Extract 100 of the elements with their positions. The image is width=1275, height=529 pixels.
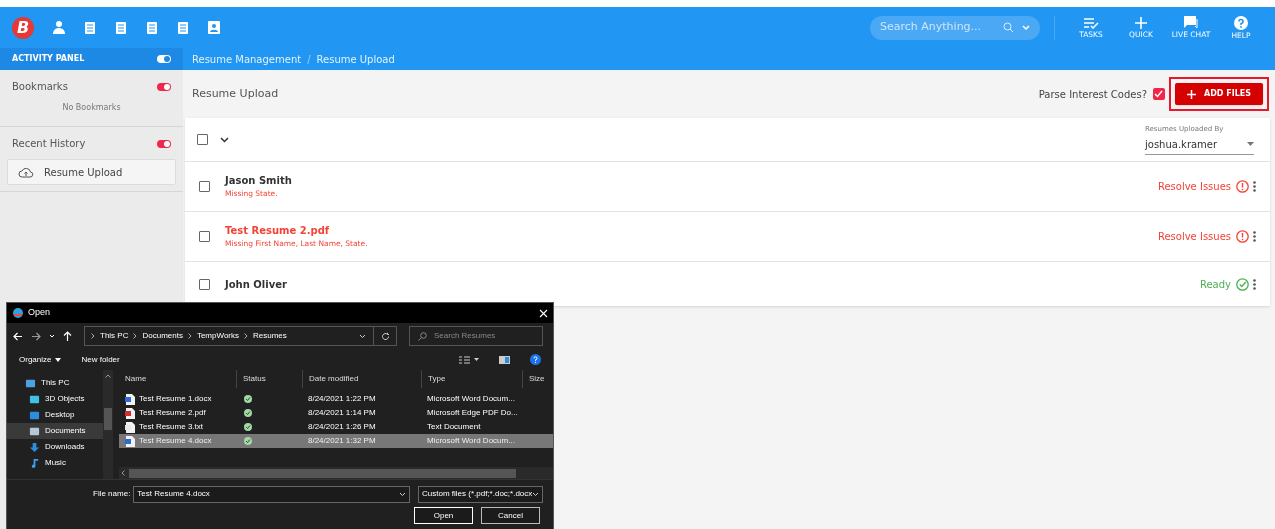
check-circle-icon bbox=[1236, 277, 1249, 291]
file-name: Test Resume 4.docx bbox=[139, 435, 212, 447]
row-checkbox[interactable] bbox=[199, 181, 210, 192]
search-box[interactable]: Search Anything... bbox=[870, 15, 1040, 40]
checklist-icon bbox=[1083, 16, 1099, 29]
scroll-up-icon[interactable] bbox=[105, 374, 111, 378]
section-title: Bookmarks bbox=[12, 80, 68, 94]
logo[interactable]: B bbox=[12, 16, 34, 39]
new-folder-button[interactable]: New folder bbox=[81, 353, 120, 366]
synced-icon bbox=[244, 395, 252, 403]
scrollbar[interactable] bbox=[103, 370, 113, 479]
select-all-checkbox[interactable] bbox=[197, 134, 208, 145]
file-name: Test Resume 2.pdf bbox=[139, 407, 206, 419]
empty-text: No Bookmarks bbox=[61, 102, 122, 114]
breadcrumb-separator: / bbox=[307, 52, 311, 67]
nav-item[interactable]: This PC bbox=[7, 375, 103, 391]
column-header[interactable]: Size bbox=[522, 370, 552, 388]
path-segment[interactable]: Resumes bbox=[253, 330, 287, 342]
file-row[interactable]: Test Resume 1.docx 8/24/2021 1:22 PM Microsoft Word Docum... bbox=[119, 392, 553, 406]
preview-pane-icon[interactable] bbox=[499, 355, 510, 364]
nav-item[interactable]: Documents bbox=[7, 423, 103, 439]
plus-icon bbox=[1135, 16, 1147, 29]
file-type: Microsoft Edge PDF Do... bbox=[426, 407, 519, 419]
parse-checkbox[interactable] bbox=[1152, 88, 1165, 100]
column-header[interactable]: Type bbox=[421, 370, 522, 388]
section-title: Recent History bbox=[12, 137, 86, 151]
file-name-label: File name: bbox=[93, 488, 131, 500]
row-checkbox[interactable] bbox=[199, 231, 210, 242]
person-icon[interactable] bbox=[52, 20, 66, 35]
chat-icon bbox=[1184, 16, 1198, 30]
contact-card-icon[interactable] bbox=[207, 20, 221, 35]
row-name: John Oliver bbox=[225, 277, 287, 292]
add-files-button[interactable]: ADD FILES bbox=[1174, 83, 1263, 105]
alert-icon bbox=[1236, 230, 1249, 243]
organize-button[interactable]: Organize bbox=[19, 353, 62, 366]
search-icon bbox=[1003, 22, 1014, 33]
path-segment[interactable]: This PC bbox=[100, 330, 129, 342]
synced-icon bbox=[244, 409, 252, 417]
file-name: Test Resume 3.txt bbox=[139, 421, 204, 433]
search-field[interactable]: Search Anything... bbox=[880, 19, 1003, 36]
file-name-combo[interactable]: Test Resume 4.docx bbox=[133, 485, 410, 503]
chevron-right-icon bbox=[91, 333, 95, 339]
history-item[interactable]: Resume Upload bbox=[7, 159, 176, 185]
scroll-thumb[interactable] bbox=[129, 468, 516, 478]
path-segment[interactable]: TempWorks bbox=[196, 330, 239, 342]
chevron-down-icon bbox=[399, 491, 406, 497]
nav-item[interactable]: 3D Objects bbox=[7, 391, 103, 407]
file-type-select[interactable]: Custom files (*.pdf;*.doc;*.docx bbox=[418, 485, 543, 503]
horizontal-scrollbar[interactable] bbox=[119, 467, 553, 479]
column-header[interactable]: Name bbox=[119, 370, 236, 388]
app-icon bbox=[12, 307, 24, 319]
alert-icon bbox=[1236, 180, 1249, 193]
status-link[interactable]: Resolve Issues bbox=[1157, 179, 1231, 194]
address-bar[interactable]: This PC Documents TempWorks Resumes bbox=[84, 326, 397, 346]
search-field[interactable]: Search Resumes bbox=[434, 330, 534, 342]
file-icon bbox=[125, 421, 135, 433]
refresh-icon[interactable] bbox=[381, 331, 390, 341]
toggle-switch[interactable] bbox=[157, 139, 171, 148]
nav-item[interactable]: Desktop bbox=[7, 407, 103, 423]
more-icon[interactable] bbox=[1253, 181, 1256, 192]
scroll-left-icon[interactable] bbox=[121, 470, 125, 476]
file-type: Microsoft Word Docum... bbox=[426, 393, 516, 405]
file-row[interactable]: Test Resume 2.pdf 8/24/2021 1:14 PM Microsoft Edge PDF Do... bbox=[119, 406, 553, 420]
file-date: 8/24/2021 1:26 PM bbox=[307, 421, 377, 433]
chevron-down-icon[interactable] bbox=[220, 136, 229, 143]
up-arrow-icon[interactable] bbox=[63, 331, 72, 341]
dialog-button[interactable]: Open bbox=[414, 507, 473, 524]
scroll-thumb[interactable] bbox=[104, 408, 112, 430]
file-row[interactable]: Test Resume 4.docx 8/24/2021 1:32 PM Microsoft Word Docum... bbox=[119, 434, 553, 448]
more-icon[interactable] bbox=[1253, 278, 1256, 290]
close-icon[interactable] bbox=[539, 308, 548, 318]
plus-icon bbox=[1186, 89, 1196, 99]
page-title: Resume Upload bbox=[192, 85, 279, 102]
status-link[interactable]: Resolve Issues bbox=[1157, 229, 1231, 244]
chevron-right-icon bbox=[187, 333, 192, 339]
row-checkbox[interactable] bbox=[199, 278, 210, 290]
search-box[interactable]: Search Resumes bbox=[409, 326, 543, 346]
desktop-icon bbox=[29, 409, 40, 421]
more-icon[interactable] bbox=[1253, 231, 1256, 242]
path-segment[interactable]: Documents bbox=[142, 330, 183, 342]
dialog-title: Open bbox=[28, 306, 51, 320]
chevron-down-icon bbox=[1022, 24, 1030, 31]
help-icon[interactable] bbox=[530, 354, 541, 365]
nav-item[interactable]: Downloads bbox=[7, 439, 103, 455]
view-options-icon[interactable] bbox=[459, 355, 479, 364]
toggle-switch[interactable] bbox=[157, 55, 171, 63]
file-name-field[interactable]: Test Resume 4.docx bbox=[137, 488, 399, 500]
back-arrow-icon[interactable] bbox=[13, 331, 23, 341]
row-name: Test Resume 2.pdf bbox=[225, 224, 331, 239]
panel-title: ACTIVITY PANEL bbox=[12, 53, 85, 65]
dialog-button[interactable]: Cancel bbox=[481, 507, 540, 524]
caret-icon bbox=[55, 357, 62, 362]
chevron-right-icon bbox=[244, 333, 248, 339]
nav-item[interactable]: Music bbox=[7, 455, 103, 471]
music-icon bbox=[29, 457, 40, 469]
forward-arrow-icon[interactable] bbox=[31, 331, 41, 341]
toggle-switch[interactable] bbox=[157, 82, 171, 91]
column-header[interactable]: Date modified bbox=[302, 370, 421, 388]
file-row[interactable]: Test Resume 3.txt 8/24/2021 1:26 PM Text Document bbox=[119, 420, 553, 434]
column-header[interactable]: Status bbox=[236, 370, 302, 388]
